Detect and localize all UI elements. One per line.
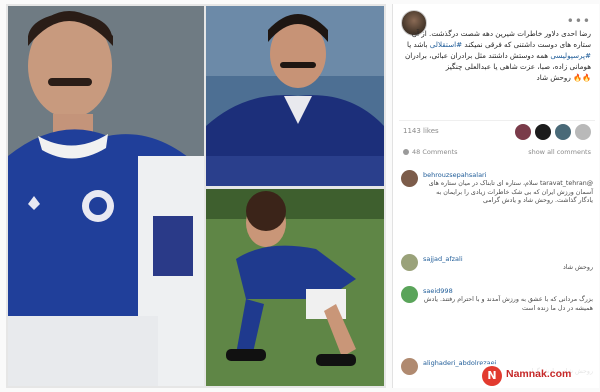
comments-count[interactable]: 48 Comments bbox=[403, 148, 458, 156]
liker-avatar[interactable] bbox=[575, 124, 591, 140]
show-all-comments-link[interactable]: show all comments bbox=[528, 148, 591, 156]
hashtag-persepolis[interactable]: #پرسپولیسی bbox=[550, 51, 591, 60]
photo-player-on-pitch bbox=[206, 189, 384, 386]
watermark-text: Namnak.com bbox=[506, 368, 572, 380]
comment-text: روحش شاد bbox=[562, 264, 593, 271]
player-tracksuit-illustration bbox=[206, 6, 384, 186]
comments-count-label: 48 Comments bbox=[412, 148, 458, 156]
likes-count[interactable]: 1143 likes bbox=[403, 127, 439, 135]
instagram-post-screenshot: ••• رضا احدی دلاور خاطرات شیرین دهه شصت … bbox=[0, 0, 600, 392]
likes-row: 1143 likes bbox=[399, 120, 595, 145]
namnak-watermark: N Namnak.com bbox=[480, 364, 596, 388]
fire-emoji: 🔥🔥 bbox=[573, 73, 591, 82]
caption-line-2b: باشد یا bbox=[407, 40, 428, 49]
comment-text: بزرگ مردانی که با عشق به ورزش آمدند و با… bbox=[423, 296, 593, 312]
comments-meta-row: 48 Comments show all comments bbox=[399, 146, 595, 162]
caption-line-4b: روحش شاد bbox=[536, 73, 571, 82]
commenter-username[interactable]: behrouzsepahsalari bbox=[423, 171, 487, 179]
commenter-avatar[interactable] bbox=[401, 254, 418, 271]
player-portrait-illustration bbox=[8, 6, 204, 386]
hashtag-esteghlal[interactable]: #استقلالی bbox=[430, 40, 462, 49]
photo-player-tracksuit bbox=[206, 6, 384, 186]
caption-line-3: همه دوستش داشتند مثل برادران عبائی، براد… bbox=[404, 51, 549, 60]
caption-line-1: رضا احدی دلاور خاطرات شیرین دهه شصت درگذ… bbox=[411, 29, 591, 38]
photo-player-portrait bbox=[8, 6, 204, 386]
post-panel: ••• رضا احدی دلاور خاطرات شیرین دهه شصت … bbox=[392, 4, 599, 388]
liker-avatar[interactable] bbox=[515, 124, 531, 140]
commenter-username[interactable]: sajjad_afzali bbox=[423, 255, 463, 263]
caption-line-4: هومانی زاده، صبا، عزت شاهی یا عبدالعلی چ… bbox=[445, 62, 591, 71]
liker-avatar[interactable] bbox=[535, 124, 551, 140]
commenter-avatar[interactable] bbox=[401, 170, 418, 187]
caption-line-2: ستاره های دوست داشتنی که فرقی نمیکند bbox=[464, 40, 591, 49]
more-options-icon[interactable]: ••• bbox=[567, 14, 591, 28]
liker-avatars bbox=[515, 124, 591, 140]
commenter-avatar[interactable] bbox=[401, 358, 418, 375]
commenter-avatar[interactable] bbox=[401, 286, 418, 303]
player-pitch-illustration bbox=[206, 189, 384, 386]
photo-collage[interactable] bbox=[6, 4, 386, 388]
commenter-username[interactable]: saeid998 bbox=[423, 287, 453, 295]
liker-avatar[interactable] bbox=[555, 124, 571, 140]
comment-icon bbox=[403, 149, 409, 155]
post-caption: رضا احدی دلاور خاطرات شیرین دهه شصت درگذ… bbox=[401, 28, 591, 83]
namnak-logo-icon: N bbox=[482, 366, 502, 386]
comment-text: @taravat_tehran سلام، ستاره ای تابناک در… bbox=[428, 180, 593, 205]
